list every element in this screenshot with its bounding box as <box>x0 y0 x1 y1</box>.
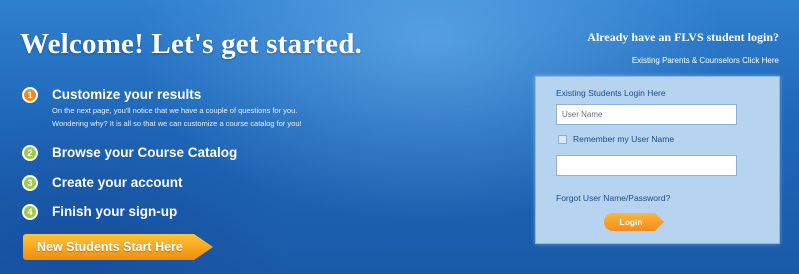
step-1-description-line2: Wondering why? It is all so that we can … <box>52 119 302 128</box>
step-2: 2 Browse your Course Catalog <box>22 145 237 161</box>
username-input[interactable] <box>556 104 737 125</box>
step-3-title: Create your account <box>52 175 183 190</box>
step-1-description-line1: On the next page, you'll notice that we … <box>52 106 298 115</box>
step-4-number-icon: 4 <box>22 204 38 220</box>
step-3: 3 Create your account <box>22 175 183 191</box>
step-2-number-icon: 2 <box>22 145 38 161</box>
step-3-number-icon: 3 <box>22 175 38 191</box>
step-4: 4 Finish your sign-up <box>22 204 177 220</box>
parents-counselors-link[interactable]: Existing Parents & Counselors Click Here <box>632 56 779 65</box>
remember-username-checkbox[interactable] <box>558 134 567 144</box>
password-input[interactable] <box>556 155 737 176</box>
step-1-title: Customize your results <box>52 87 202 102</box>
welcome-banner: Welcome! Let's get started. 1 Customize … <box>0 0 799 274</box>
step-2-title: Browse your Course Catalog <box>52 145 238 160</box>
remember-username-label: Remember my User Name <box>573 134 675 144</box>
new-students-button[interactable]: New Students Start Here <box>23 234 213 260</box>
login-panel-title: Existing Students Login Here <box>556 88 666 98</box>
step-1-number-icon: 1 <box>22 87 38 103</box>
remember-username: Remember my User Name <box>558 134 674 144</box>
login-heading: Already have an FLVS student login? <box>587 30 779 44</box>
step-4-title: Finish your sign-up <box>52 204 178 219</box>
page-title: Welcome! Let's get started. <box>20 28 363 60</box>
login-button[interactable]: Login <box>604 213 664 231</box>
login-panel: Existing Students Login Here Remember my… <box>535 76 780 244</box>
forgot-credentials-link[interactable]: Forgot User Name/Password? <box>556 193 670 203</box>
step-1: 1 Customize your results On the next pag… <box>22 87 302 129</box>
